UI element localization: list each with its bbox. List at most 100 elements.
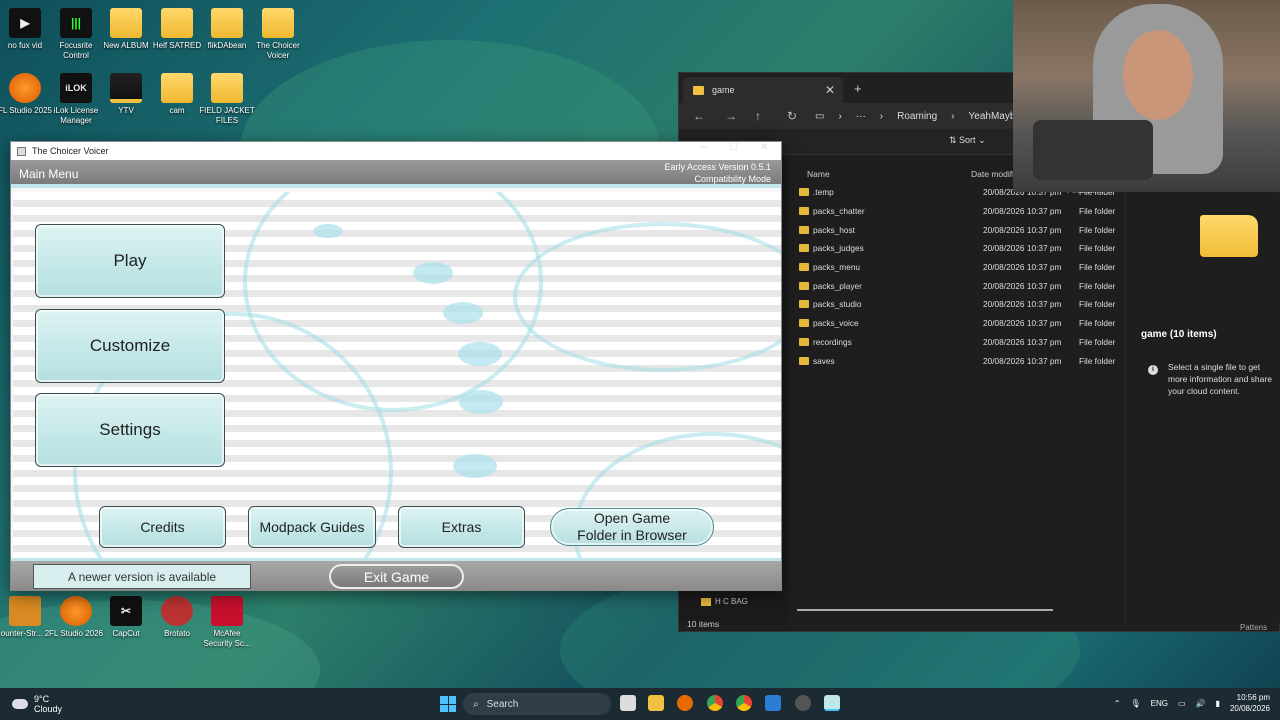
play-button[interactable]: Play — [35, 224, 225, 298]
desktop-icon-capcut[interactable]: ✂ CapCut — [98, 596, 154, 639]
folder-icon — [161, 8, 193, 38]
desktop-icon-label: Helf SATRED — [152, 41, 202, 50]
file-row[interactable]: packs_player 20/08/2026 10:37 pm File fold… — [797, 276, 1127, 295]
desktop-icon-cam[interactable]: cam — [149, 73, 205, 116]
column-header-name[interactable]: Name — [807, 169, 830, 179]
folder-icon — [262, 8, 294, 38]
network-icon[interactable]: ▭ — [1178, 699, 1186, 708]
add-tab-icon[interactable]: + — [854, 81, 862, 96]
up-arrow-icon[interactable]: ↑ — [755, 109, 761, 123]
maximize-icon[interactable]: ☐ — [729, 142, 738, 153]
chrome-icon[interactable] — [707, 695, 723, 711]
file-type: File folder — [1079, 299, 1116, 310]
file-explorer-icon[interactable] — [648, 695, 664, 711]
desktop-icon-focusrite[interactable]: ||| Focusrite Control — [48, 8, 104, 61]
app-icon — [17, 146, 26, 156]
brotato-icon — [161, 596, 193, 626]
file-row[interactable]: packs_judges 20/08/2026 10:37 pm File fold… — [797, 239, 1127, 258]
details-info-text: Select a single file to get more informa… — [1168, 362, 1272, 396]
close-icon[interactable]: ✕ — [760, 142, 768, 153]
file-type: File folder — [1079, 224, 1116, 235]
horizontal-scrollbar[interactable] — [797, 609, 1053, 611]
chevron-right-icon: › — [951, 110, 955, 122]
desktop-icon-fl-studio-2025[interactable]: FL Studio 2025 — [0, 73, 53, 116]
weather-condition: Cloudy — [34, 704, 63, 714]
desktop-icon-ytv[interactable]: YTV — [98, 73, 154, 116]
desktop-icon-helf-satred[interactable]: Helf SATRED — [149, 8, 205, 51]
desktop-icon-fl-studio-2026[interactable]: FL Studio 2026 — [48, 596, 104, 639]
webcam-overlay — [1013, 0, 1280, 192]
file-row[interactable]: saves 20/08/2026 10:37 pm File folder — [797, 351, 1127, 370]
file-row[interactable]: recordings 20/08/2026 10:37 pm File folder — [797, 333, 1127, 352]
windows-start-icon[interactable] — [440, 696, 456, 712]
task-view-icon[interactable] — [620, 695, 636, 711]
file-row[interactable]: packs_host 20/08/2026 10:37 pm File folder — [797, 220, 1127, 239]
refresh-icon[interactable]: ↻ — [787, 109, 797, 123]
volume-icon[interactable]: 🔊 — [1196, 699, 1206, 708]
search-icon: ⌕ — [473, 698, 479, 710]
desktop-icon-new-album[interactable]: New ALBUM — [98, 8, 154, 51]
fl-studio-icon — [9, 73, 41, 103]
desktop-icon-field-jacket[interactable]: FIELD JACKET FILES — [199, 73, 255, 126]
file-type: File folder — [1079, 336, 1116, 347]
desktop-icon-counter-strike[interactable]: ounter-Str... 2 — [0, 596, 53, 639]
desktop-icon-mcafee[interactable]: McAfee Security Sc... — [199, 596, 255, 649]
folder-icon — [799, 281, 809, 290]
modpack-guides-button[interactable]: Modpack Guides — [248, 506, 376, 548]
cloud-icon — [12, 699, 28, 709]
focusrite-icon: ||| — [60, 8, 92, 38]
chrome-icon[interactable] — [736, 695, 752, 711]
explorer-tab-game[interactable]: game ✕ — [683, 77, 843, 103]
file-list: .temp 20/08/2026 10:37 pm File folder packs… — [797, 183, 1127, 370]
settings-button[interactable]: Settings — [35, 393, 225, 467]
folder-icon — [799, 337, 809, 346]
microphone-icon[interactable]: 🎙 — [1131, 699, 1141, 708]
exit-game-button[interactable]: Exit Game — [329, 564, 464, 589]
choicer-voicer-taskbar-icon[interactable] — [824, 695, 840, 711]
chevron-right-icon: › — [879, 110, 884, 122]
window-title: The Choicer Voicer — [32, 146, 109, 156]
sort-button[interactable]: ⇅ Sort ⌄ — [949, 135, 986, 146]
language-indicator[interactable]: ENG — [1151, 699, 1168, 708]
newer-version-notice[interactable]: A newer version is available — [33, 564, 251, 589]
nav-item-hc-bag[interactable]: H C BAG — [701, 597, 748, 606]
weather-widget[interactable]: 9°C Cloudy — [12, 694, 62, 714]
chevron-up-icon[interactable]: ⌃ — [1114, 699, 1121, 708]
file-row[interactable]: packs_studio 20/08/2026 10:37 pm File fold… — [797, 295, 1127, 314]
clock[interactable]: 10:56 pm 20/08/2026 — [1230, 692, 1270, 714]
main-menu-label: Main Menu — [19, 167, 79, 181]
extras-button[interactable]: Extras — [398, 506, 525, 548]
desktop-icon-ilok[interactable]: iLOK iLok License Manager — [48, 73, 104, 126]
column-header-date[interactable]: Date modifi — [971, 169, 1014, 179]
close-icon[interactable]: ✕ — [825, 83, 835, 97]
file-row[interactable]: packs_chatter 20/08/2026 10:37 pm File fol… — [797, 202, 1127, 221]
open-game-folder-button[interactable]: Open Game Folder in Browser — [550, 508, 714, 546]
desktop-icon-choicer-voicer[interactable]: The Choicer Voicer — [250, 8, 306, 61]
decorative-ring — [513, 222, 781, 372]
temperature: 9°C — [34, 694, 50, 704]
folder-icon — [110, 8, 142, 38]
battery-icon[interactable]: ▮ — [1216, 699, 1220, 708]
settings-gear-icon[interactable] — [795, 695, 811, 711]
desktop-icon-brotato[interactable]: Brotato — [149, 596, 205, 639]
breadcrumb-roaming[interactable]: Roaming — [897, 111, 937, 122]
file-row[interactable]: packs_menu 20/08/2026 10:37 pm File folder — [797, 258, 1127, 277]
folder-icon — [693, 85, 704, 95]
fl-studio-taskbar-icon[interactable] — [677, 695, 693, 711]
back-arrow-icon[interactable]: ← — [693, 109, 705, 123]
desktop-icon-no-fux-vid[interactable]: ▶ no fux vid — [0, 8, 53, 51]
window-titlebar[interactable]: The Choicer Voicer — [11, 142, 781, 160]
minimize-icon[interactable]: ─ — [700, 142, 707, 153]
info-icon: i — [1148, 365, 1158, 375]
folder-icon — [799, 244, 809, 253]
decorative-dot — [458, 342, 502, 366]
file-row[interactable]: packs_voice 20/08/2026 10:37 pm File folde… — [797, 314, 1127, 333]
desktop-icon-flikdabean[interactable]: flikDAbean — [199, 8, 255, 51]
photos-icon[interactable] — [765, 695, 781, 711]
customize-button[interactable]: Customize — [35, 309, 225, 383]
forward-arrow-icon[interactable]: → — [725, 109, 737, 123]
folder-icon — [211, 8, 243, 38]
breadcrumb-overflow[interactable]: ··· — [856, 111, 866, 122]
taskbar-search[interactable]: ⌕ Search — [463, 693, 611, 715]
credits-button[interactable]: Credits — [99, 506, 226, 548]
